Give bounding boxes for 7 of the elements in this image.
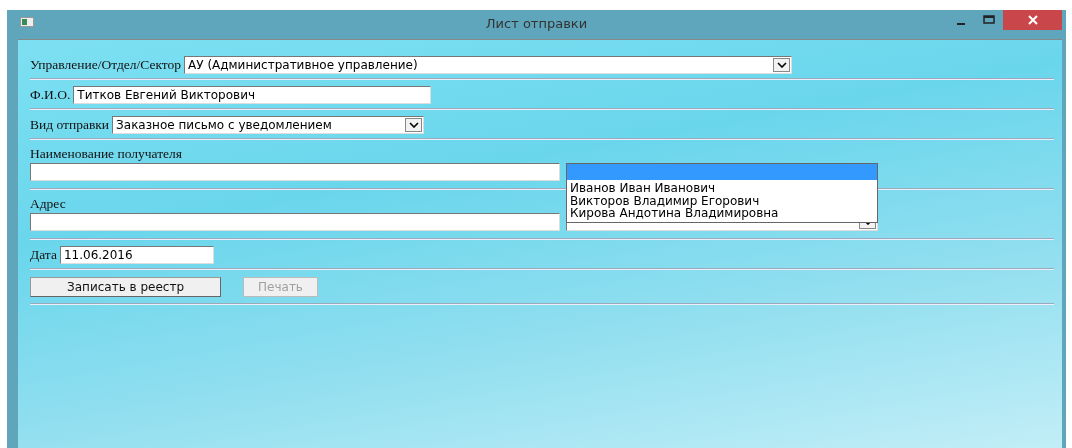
window-title: Лист отправки bbox=[485, 16, 588, 31]
field-label: Ф.И.О. bbox=[30, 87, 71, 103]
field-label: Дата bbox=[30, 247, 57, 263]
field-label: Вид отправки bbox=[30, 117, 110, 133]
field-label: Наименование получателя bbox=[30, 146, 183, 162]
field-label: Управление/Отдел/Сектор bbox=[30, 57, 182, 73]
field-label: Адрес bbox=[30, 196, 66, 212]
